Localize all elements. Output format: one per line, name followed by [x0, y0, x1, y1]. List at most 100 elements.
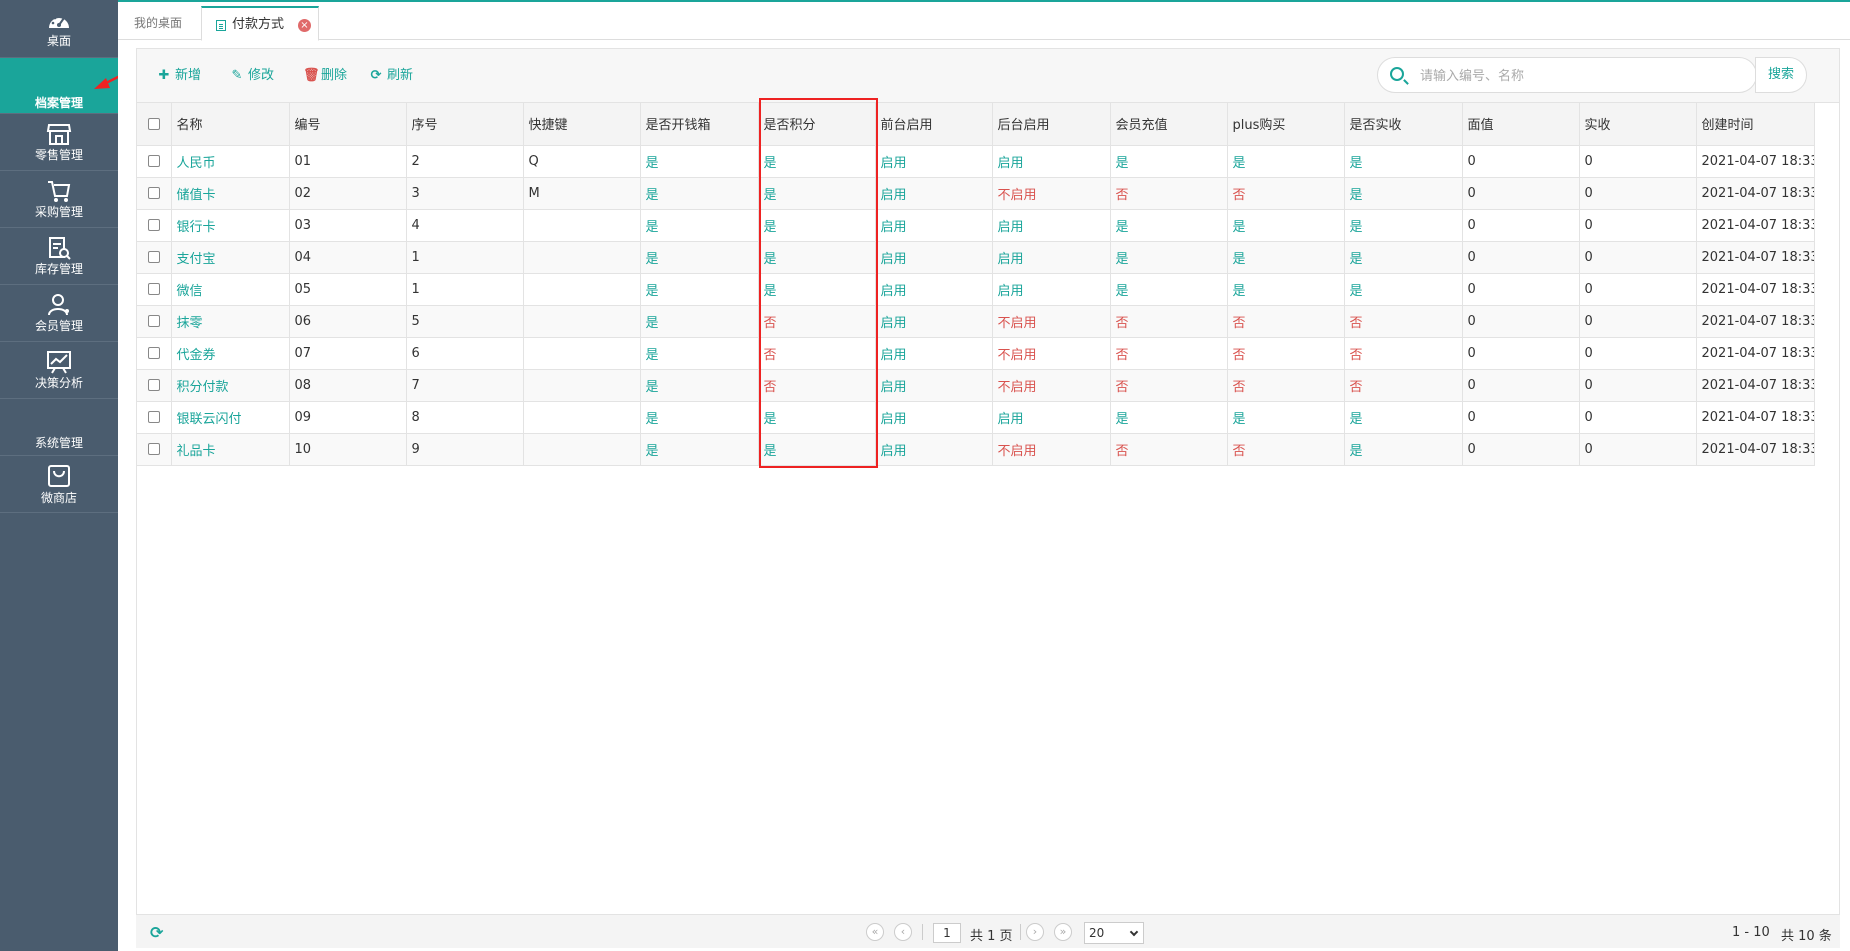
table-cell[interactable]: 人民币: [171, 145, 290, 178]
page-number-input[interactable]: 1: [933, 923, 961, 943]
column-header[interactable]: plus购买: [1227, 103, 1345, 146]
table-cell: 否: [758, 305, 876, 338]
sidebar-item-microshop[interactable]: 微商店: [0, 456, 118, 513]
row-checkbox[interactable]: [147, 411, 160, 423]
page-size-select[interactable]: 20: [1084, 922, 1144, 944]
table-row[interactable]: 银行卡 03 4 是是启用 启用是是是 0 0 2021-04-07 18:33:: [137, 209, 1815, 242]
row-checkbox[interactable]: [147, 219, 160, 231]
row-checkbox[interactable]: [147, 315, 160, 327]
add-button[interactable]: ✚ 新增: [157, 65, 201, 87]
row-checkbox[interactable]: [147, 251, 160, 263]
sidebar-item-desktop[interactable]: 桌面: [0, 0, 118, 58]
column-header[interactable]: 编号: [289, 103, 407, 146]
table-cell[interactable]: 代金券: [171, 337, 290, 370]
sidebar-item-archive[interactable]: 档案管理: [0, 58, 118, 114]
sidebar-item-label: 会员管理: [34, 319, 83, 333]
search-button[interactable]: 搜索: [1755, 57, 1807, 93]
table-cell[interactable]: 储值卡: [171, 177, 290, 210]
row-checkbox[interactable]: [147, 347, 160, 359]
row-checkbox[interactable]: [147, 155, 160, 167]
row-checkbox[interactable]: [147, 443, 160, 455]
column-header[interactable]: 创建时间: [1696, 103, 1815, 146]
refresh-button[interactable]: ⟳ 刷新: [369, 65, 413, 87]
search-input[interactable]: [1420, 64, 1740, 88]
table-cell: 启用: [992, 273, 1111, 306]
column-header[interactable]: 序号: [406, 103, 524, 146]
column-header[interactable]: 后台启用: [992, 103, 1111, 146]
sidebar-item-inventory[interactable]: 库存管理: [0, 228, 118, 285]
shop-bag-icon: [48, 465, 70, 487]
table-cell: [523, 337, 641, 370]
sidebar-item-analytics[interactable]: 决策分析: [0, 342, 118, 399]
table-cell: 1: [406, 241, 524, 274]
table-row[interactable]: 人民币 01 2 Q 是是启用 启用是是是 0 0 2021-04-07 18:33:: [137, 145, 1815, 178]
edit-icon: ✎: [231, 68, 243, 83]
sidebar-item-retail[interactable]: 零售管理: [0, 114, 118, 171]
column-header[interactable]: 是否开钱箱: [640, 103, 759, 146]
row-checkbox-cell[interactable]: [137, 401, 172, 434]
column-header[interactable]: 面值: [1462, 103, 1580, 146]
table-cell: 是: [758, 241, 876, 274]
row-checkbox-cell[interactable]: [137, 145, 172, 178]
next-page-button[interactable]: ›: [1026, 923, 1044, 941]
tab-my-desktop[interactable]: 我的桌面: [120, 6, 200, 41]
row-checkbox[interactable]: [147, 379, 160, 391]
row-checkbox-cell[interactable]: [137, 273, 172, 306]
payment-methods-table: 名称 编号 序号 快捷键 是否开钱箱 是否积分 前台启用 后台启用 会员充值 plus购买 是否实收…: [137, 103, 1815, 466]
table-row[interactable]: 礼品卡 10 9 是是启用 不启用否否是 0 0 2021-04-07 18:33:: [137, 433, 1815, 466]
table-row[interactable]: 储值卡 02 3 M 是是启用 不启用否否是 0 0 2021-04-07 18:33:: [137, 177, 1815, 210]
row-checkbox-cell[interactable]: [137, 337, 172, 370]
close-icon[interactable]: ×: [298, 19, 311, 32]
table-cell[interactable]: 银行卡: [171, 209, 290, 242]
column-header[interactable]: 是否积分: [758, 103, 876, 146]
table-cell: 否: [1110, 337, 1228, 370]
table-row[interactable]: 代金券 07 6 是否启用 不启用否否否 0 0 2021-04-07 18:33:: [137, 337, 1815, 370]
table-row[interactable]: 微信 05 1 是是启用 启用是是是 0 0 2021-04-07 18:33:: [137, 273, 1815, 306]
table-cell: 启用: [992, 401, 1111, 434]
table-cell[interactable]: 银联云闪付: [171, 401, 290, 434]
table-cell[interactable]: 积分付款: [171, 369, 290, 402]
table-cell[interactable]: 礼品卡: [171, 433, 290, 466]
table-cell: 启用: [992, 241, 1111, 274]
tab-payment-methods[interactable]: 付款方式 ×: [201, 6, 319, 41]
table-cell: 2021-04-07 18:33:: [1696, 177, 1815, 210]
select-all-checkbox-cell[interactable]: [137, 103, 172, 146]
table-row[interactable]: 银联云闪付 09 8 是是启用 启用是是是 0 0 2021-04-07 18:33:: [137, 401, 1815, 434]
select-all-checkbox[interactable]: [147, 117, 160, 130]
table-row[interactable]: 积分付款 08 7 是否启用 不启用否否否 0 0 2021-04-07 18:33:: [137, 369, 1815, 402]
reload-icon[interactable]: ⟳: [150, 923, 163, 942]
column-header[interactable]: 是否实收: [1344, 103, 1463, 146]
table-cell: 0: [1462, 401, 1580, 434]
row-checkbox-cell[interactable]: [137, 369, 172, 402]
table-row[interactable]: 抹零 06 5 是否启用 不启用否否否 0 0 2021-04-07 18:33:: [137, 305, 1815, 338]
table-row[interactable]: 支付宝 04 1 是是启用 启用是是是 0 0 2021-04-07 18:33:: [137, 241, 1815, 274]
row-checkbox-cell[interactable]: [137, 305, 172, 338]
first-page-button[interactable]: «: [866, 923, 884, 941]
row-checkbox-cell[interactable]: [137, 241, 172, 274]
table-cell: 是: [640, 273, 759, 306]
column-header[interactable]: 名称: [171, 103, 290, 146]
add-label: 新增: [175, 68, 202, 83]
column-header[interactable]: 前台启用: [875, 103, 993, 146]
edit-button[interactable]: ✎ 修改: [230, 65, 274, 87]
row-checkbox-cell[interactable]: [137, 433, 172, 466]
delete-button[interactable]: 🗑删除: [303, 65, 347, 87]
sidebar-item-system[interactable]: 系统管理: [0, 399, 118, 456]
row-checkbox-cell[interactable]: [137, 209, 172, 242]
sidebar-item-purchase[interactable]: 采购管理: [0, 171, 118, 228]
column-header[interactable]: 实收: [1579, 103, 1697, 146]
table-cell[interactable]: 抹零: [171, 305, 290, 338]
last-page-button[interactable]: »: [1054, 923, 1072, 941]
column-header[interactable]: 快捷键: [523, 103, 641, 146]
column-header[interactable]: 会员充值: [1110, 103, 1228, 146]
row-checkbox[interactable]: [147, 187, 160, 199]
table-cell[interactable]: 微信: [171, 273, 290, 306]
row-checkbox-cell[interactable]: [137, 177, 172, 210]
prev-page-button[interactable]: ‹: [894, 923, 912, 941]
sidebar-item-member[interactable]: 会员管理: [0, 285, 118, 342]
table-cell: 不启用: [992, 433, 1111, 466]
table-cell[interactable]: 支付宝: [171, 241, 290, 274]
trash-icon: 🗑: [303, 68, 320, 83]
row-checkbox[interactable]: [147, 283, 160, 295]
table-cell: 5: [406, 305, 524, 338]
